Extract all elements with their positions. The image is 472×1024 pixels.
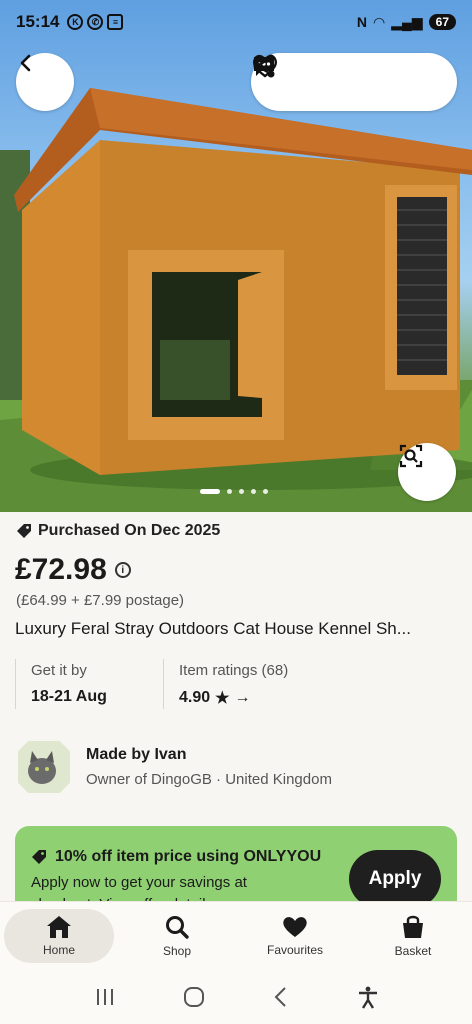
search-icon: [166, 915, 189, 939]
heart-icon: [252, 54, 278, 78]
seller-card[interactable]: Made by Ivan Owner of DingoGB · United K…: [18, 741, 332, 793]
image-search-icon: [399, 444, 423, 468]
coupon-tag-icon: [32, 850, 46, 864]
nav-basket-label: Basket: [394, 943, 432, 958]
seller-avatar: [18, 741, 70, 793]
info-icon[interactable]: i: [114, 562, 131, 578]
carousel-dot: [263, 489, 268, 494]
product-price: £72.98: [15, 553, 107, 586]
status-bar: 15:14 K ✆ ≡ N ◠ ▂▄▆ 67: [0, 0, 472, 44]
seller-subtitle: Owner of DingoGB · United Kingdom: [86, 771, 332, 788]
nav-favourites-label: Favourites: [266, 942, 324, 957]
star-icon: ★: [215, 690, 230, 707]
battery-indicator: 67: [428, 14, 456, 30]
carousel-dot: [227, 489, 232, 494]
ratings-value: 4.90: [179, 689, 211, 706]
wifi-icon: ◠: [372, 13, 386, 30]
accessibility-icon[interactable]: [356, 985, 380, 1009]
price-row: £72.98 i: [15, 553, 131, 587]
carousel-dot: [239, 489, 244, 494]
carousel-dot: [200, 489, 220, 494]
product-title[interactable]: Luxury Feral Stray Outdoors Cat House Ke…: [15, 619, 411, 639]
action-toolbar: [251, 53, 457, 111]
nav-shop[interactable]: Shop: [122, 909, 232, 963]
purchase-history-note: Purchased On Dec 2025: [16, 522, 220, 540]
notification-k-icon: K: [67, 14, 84, 30]
price-breakdown: (£64.99 + £7.99 postage): [16, 592, 185, 609]
purchased-text: Purchased On Dec 2025: [38, 522, 221, 539]
apply-button[interactable]: Apply: [349, 850, 441, 908]
whatsapp-icon: ✆: [87, 14, 104, 30]
seller-name: Made by Ivan: [86, 746, 187, 763]
arrow-right-icon: →: [234, 689, 251, 706]
chevron-left-icon: [20, 54, 31, 72]
message-icon: ≡: [107, 14, 124, 30]
nav-home-label: Home: [42, 942, 75, 957]
nav-favourites[interactable]: Favourites: [240, 909, 350, 963]
nav-basket[interactable]: Basket: [358, 909, 468, 963]
image-carousel-indicator: [200, 489, 268, 494]
home-system-icon[interactable]: [182, 985, 206, 1009]
nav-home[interactable]: Home: [4, 908, 114, 963]
nfc-icon: N: [356, 14, 367, 30]
status-time: 15:14: [16, 12, 60, 31]
bottom-navigation: Home Shop Favourites Basket: [0, 901, 472, 969]
item-stats: Get it by 18-21 Aug Item ratings (68) 4.…: [15, 659, 455, 709]
home-icon: [47, 915, 71, 938]
delivery-label: Get it by: [31, 662, 87, 679]
basket-icon: [403, 915, 423, 938]
back-system-icon[interactable]: [271, 986, 291, 1008]
back-button[interactable]: [16, 53, 74, 111]
carousel-dot: [251, 489, 256, 494]
promo-title: 10% off item price using ONLYYOU: [55, 848, 322, 865]
visual-search-button[interactable]: [398, 443, 456, 501]
ratings-label: Item ratings (68): [179, 662, 289, 679]
signal-icon: ▂▄▆: [391, 13, 423, 30]
heart-icon: [283, 916, 307, 937]
product-image[interactable]: 15:14 K ✆ ≡ N ◠ ▂▄▆ 67: [0, 0, 472, 512]
nav-shop-label: Shop: [162, 943, 192, 958]
recent-apps-icon[interactable]: [93, 987, 117, 1007]
tag-icon: [17, 524, 31, 538]
item-ratings[interactable]: Item ratings (68) 4.90 ★ →: [163, 659, 288, 709]
system-navigation-bar: [0, 969, 472, 1024]
delivery-estimate: Get it by 18-21 Aug: [15, 659, 163, 709]
cat-avatar-image: [18, 741, 70, 793]
delivery-value: 18-21 Aug: [31, 688, 107, 705]
